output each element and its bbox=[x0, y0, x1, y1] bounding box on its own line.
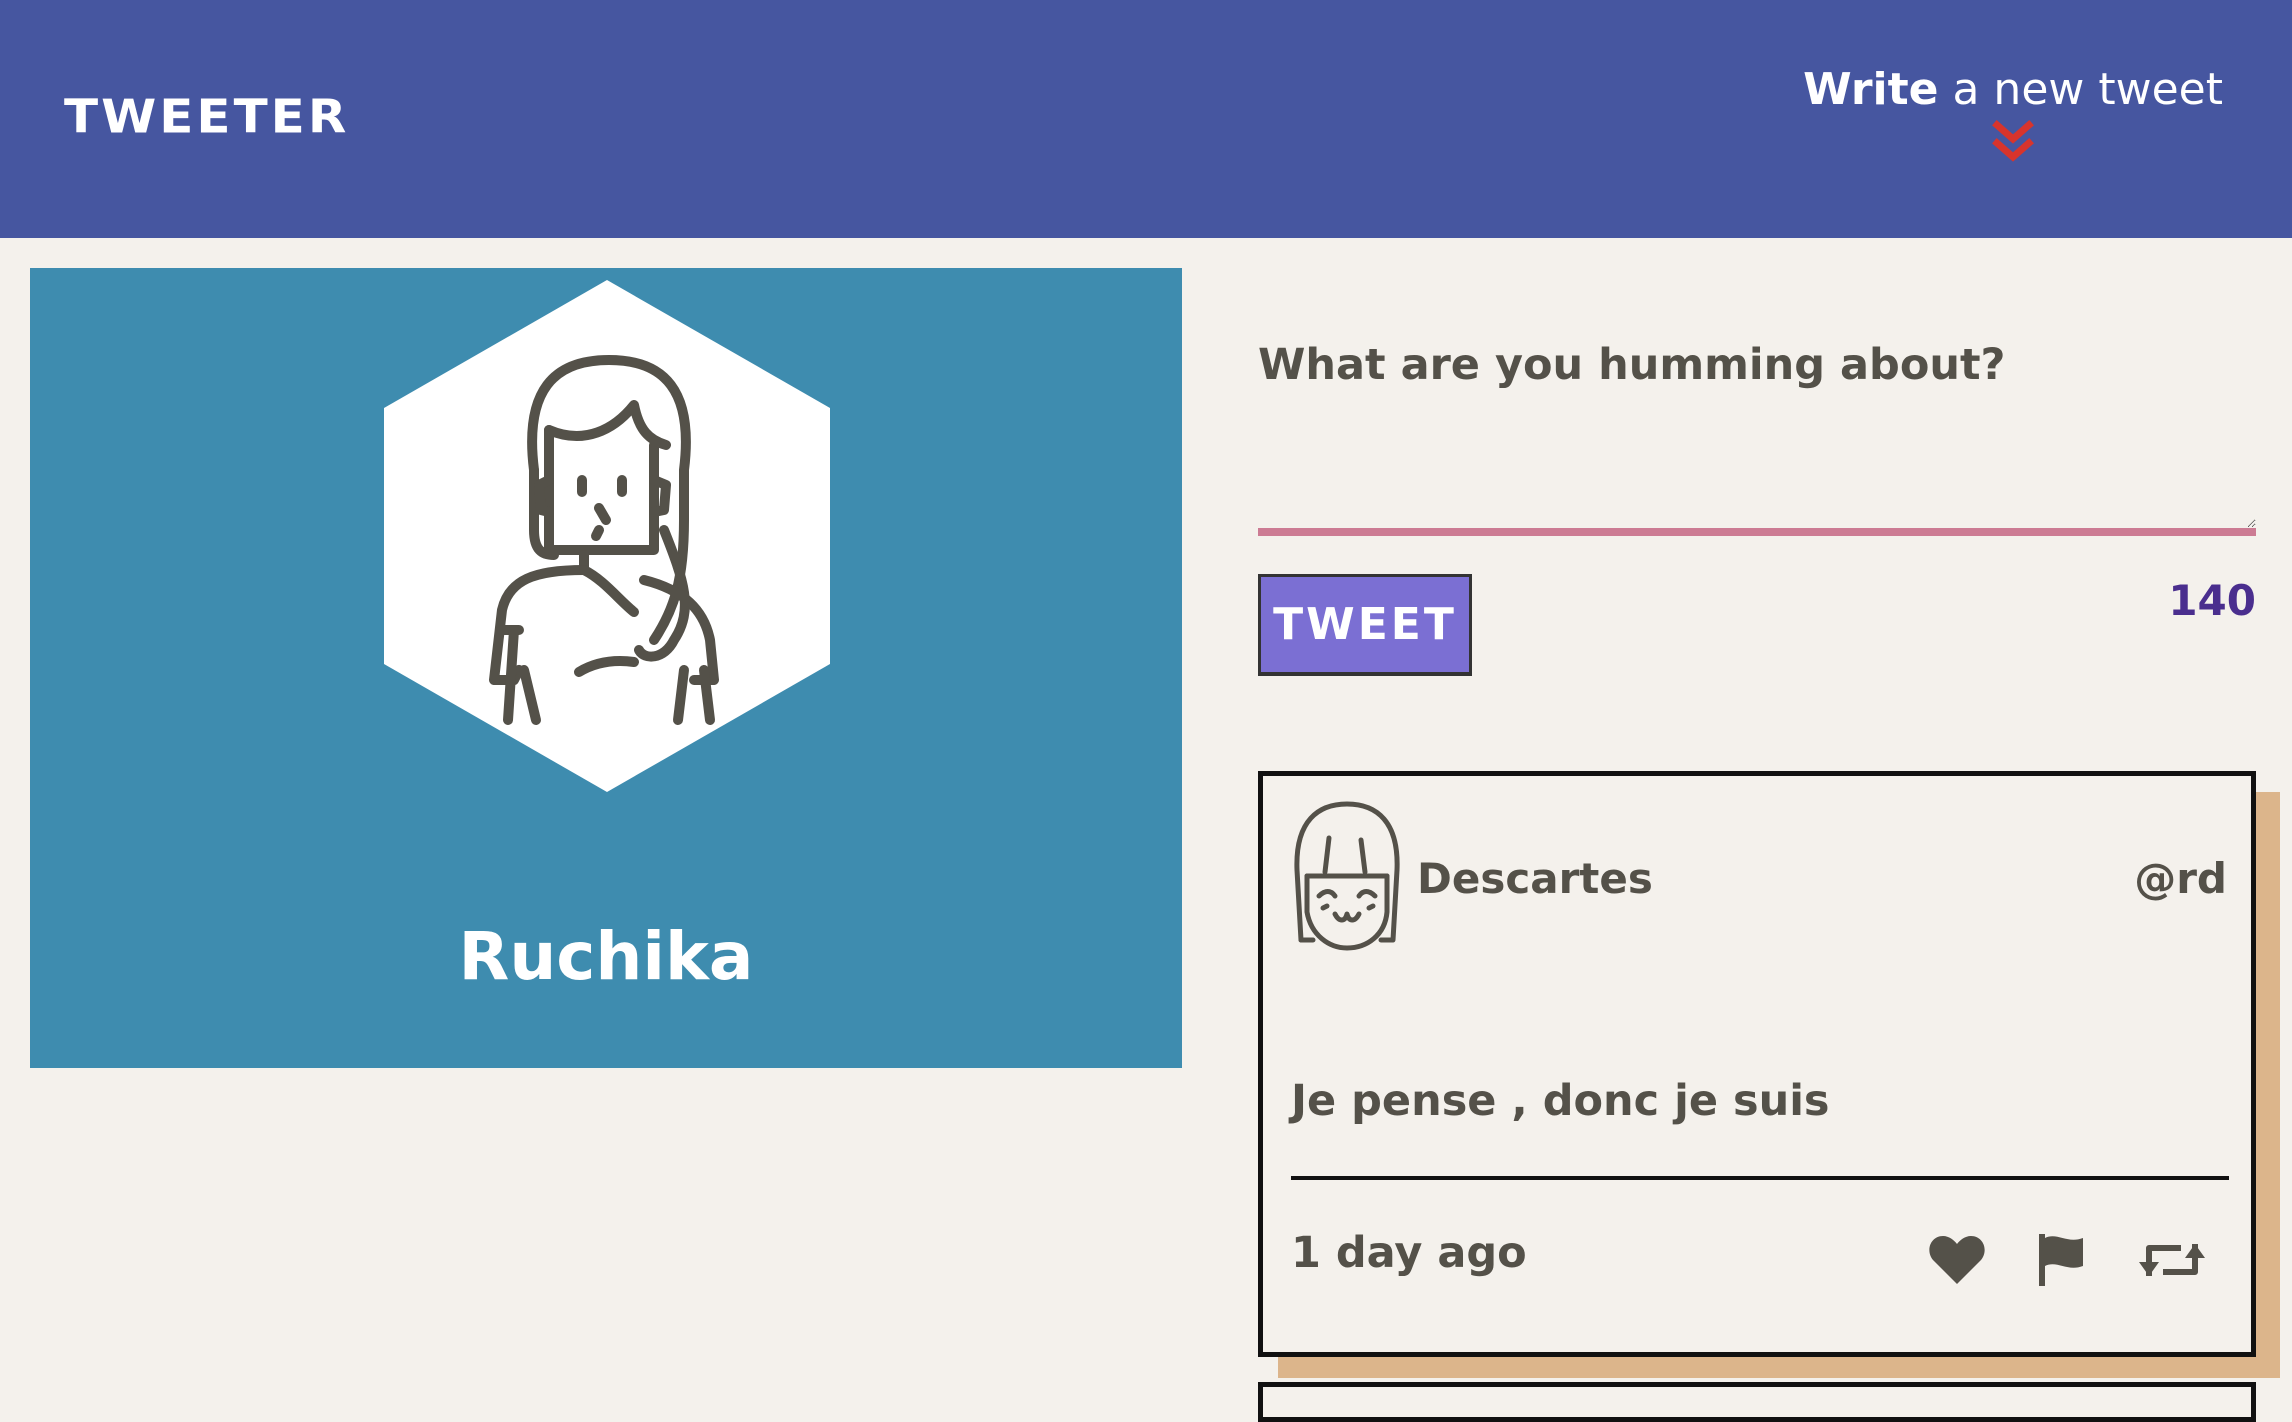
woman-avatar-icon bbox=[384, 280, 830, 792]
tweet-card: Descartes @rd Je pense , donc je suis 1 … bbox=[1258, 771, 2256, 1357]
profile-name: Ruchika bbox=[458, 918, 754, 995]
tweet-timestamp: 1 day ago bbox=[1291, 1228, 1527, 1278]
heart-icon[interactable] bbox=[1927, 1232, 1987, 1288]
girl-avatar-icon bbox=[1294, 801, 1400, 951]
tweet-author-handle: @rd bbox=[2134, 854, 2227, 903]
flag-icon[interactable] bbox=[2035, 1232, 2095, 1288]
composer-label: What are you humming about? bbox=[1258, 340, 2006, 390]
profile-panel: Ruchika bbox=[30, 268, 1182, 1068]
write-label-rest: a new tweet bbox=[1938, 64, 2223, 115]
character-counter: 140 bbox=[2168, 576, 2256, 625]
tweet-divider bbox=[1291, 1176, 2229, 1180]
tweet-textarea[interactable] bbox=[1258, 426, 2256, 536]
tweet-submit-button[interactable]: TWEET bbox=[1258, 574, 1472, 676]
tweet-composer: What are you humming about? TWEET 140 bbox=[1258, 340, 2256, 676]
write-label-bold: Write bbox=[1803, 64, 1939, 115]
retweet-icon[interactable] bbox=[2137, 1232, 2207, 1288]
next-tweet-card bbox=[1258, 1382, 2256, 1422]
top-nav: TWEETER Write a new tweet bbox=[0, 0, 2292, 238]
write-new-tweet-toggle[interactable]: Write a new tweet bbox=[1803, 64, 2223, 167]
double-chevron-down-icon[interactable] bbox=[1991, 119, 2035, 167]
tweet-author-name: Descartes bbox=[1417, 854, 1653, 903]
brand-logo[interactable]: TWEETER bbox=[64, 90, 349, 143]
write-new-tweet-label[interactable]: Write a new tweet bbox=[1803, 64, 2223, 115]
tweet-content: Je pense , donc je suis bbox=[1291, 1076, 1830, 1126]
